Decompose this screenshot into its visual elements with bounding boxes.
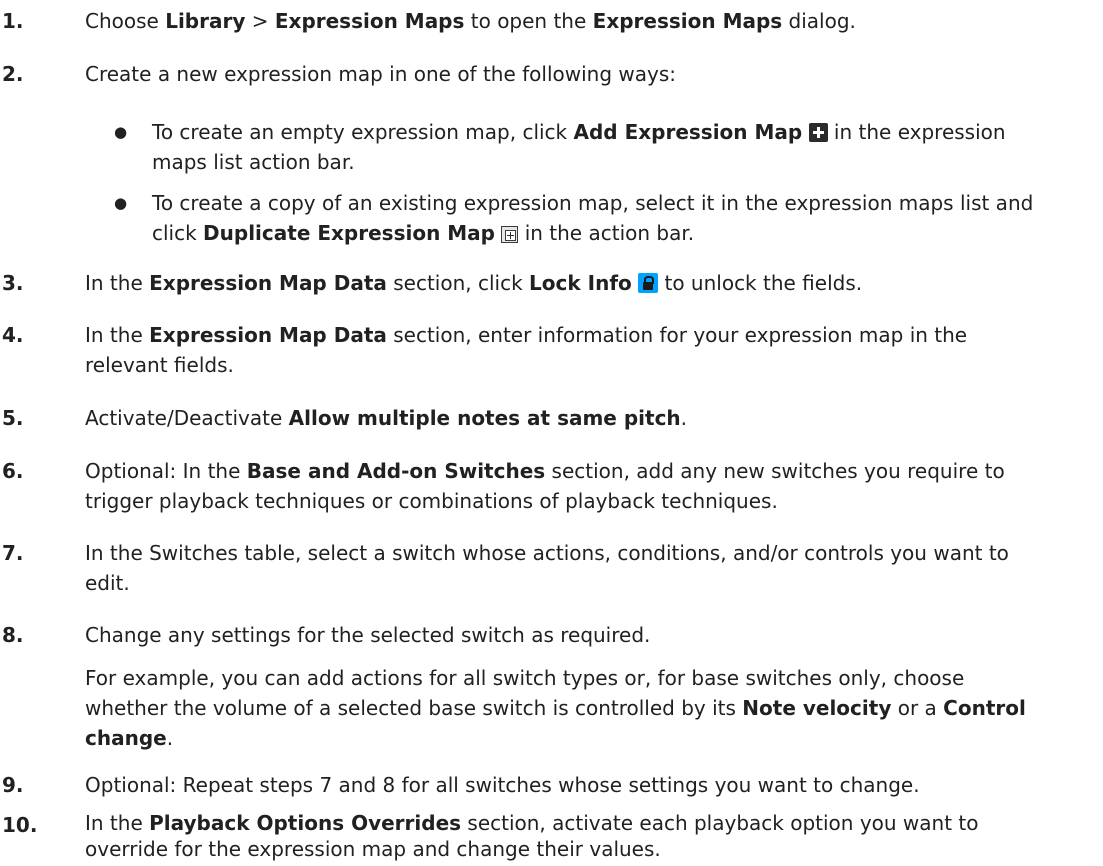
step-number: 4. (2, 323, 24, 347)
step-text: In the Playback Options Overrides sectio… (85, 811, 979, 861)
step-number: 9. (2, 773, 24, 797)
step-text: Activate/Deactivate Allow multiple notes… (85, 406, 688, 430)
step-number: 1. (2, 9, 24, 33)
step-number: 2. (2, 62, 24, 86)
step-number: 10. (2, 813, 38, 837)
step-number: 5. (2, 406, 24, 430)
step-text: Change any settings for the selected swi… (85, 623, 651, 647)
step-number: 7. (2, 541, 24, 565)
bullet-text: To create a copy of an existing expressi… (152, 191, 1034, 245)
step-8-example: For example, you can add actions for all… (85, 666, 1026, 750)
step-text: In the Expression Map Data section, clic… (85, 271, 863, 295)
step-text: In the Expression Map Data section, ente… (85, 323, 968, 377)
step-number: 8. (2, 623, 24, 647)
step-text: Optional: Repeat steps 7 and 8 for all s… (85, 773, 920, 797)
step-text: Choose Library > Expression Maps to open… (85, 9, 856, 33)
bullet-text: To create an empty expression map, click… (152, 120, 1006, 174)
bullet-dot: ● (114, 194, 128, 212)
step-number: 3. (2, 271, 24, 295)
step-text: In the Switches table, select a switch w… (85, 541, 1009, 595)
lock-icon (638, 273, 659, 293)
add-expression-map-icon (808, 123, 828, 142)
step-text: Optional: In the Base and Add-on Switche… (85, 459, 1005, 513)
bullet-dot: ● (114, 123, 128, 141)
step-number: 6. (2, 459, 24, 483)
duplicate-expression-map-icon (501, 226, 519, 243)
step-text: Create a new expression map in one of th… (85, 62, 677, 86)
